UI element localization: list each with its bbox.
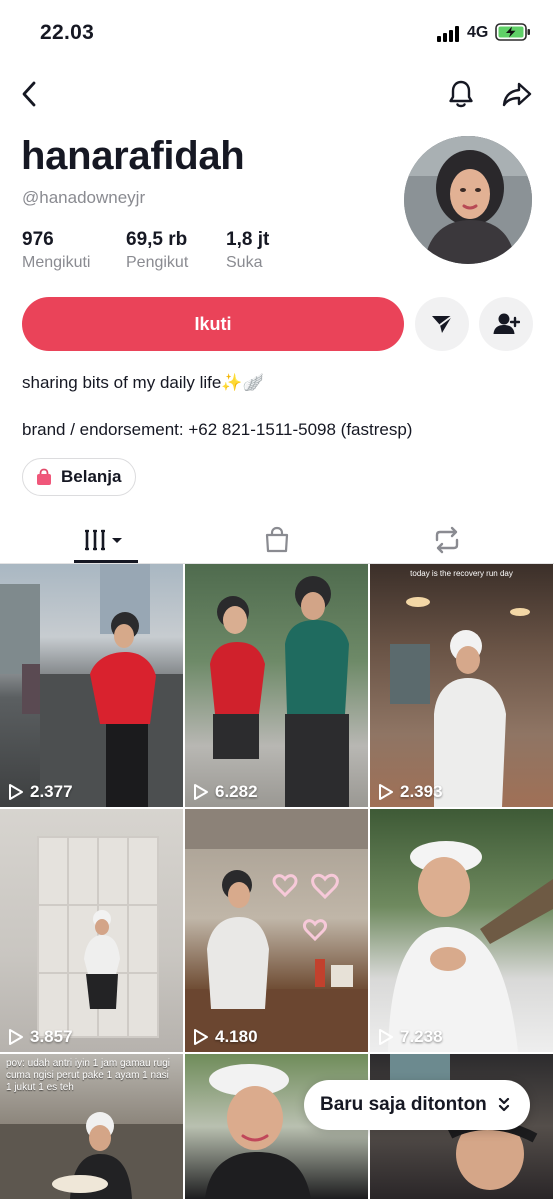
play-icon: [9, 1029, 23, 1045]
stat-following[interactable]: 976 Mengikuti: [22, 229, 90, 272]
stat-value: 69,5 rb: [126, 229, 188, 250]
video-overlay-text: pov: udah antri iyin 1 jam gamau rugi cu…: [6, 1058, 170, 1093]
add-user-icon: [493, 313, 520, 334]
view-count: 6.282: [193, 782, 258, 802]
cellular-signal-icon: [437, 26, 461, 42]
thumbnail-image: [185, 809, 368, 1052]
view-count: 3.857: [8, 1027, 73, 1047]
play-icon: [194, 1029, 208, 1045]
send-message-icon: [432, 315, 453, 333]
view-count: 2.377: [8, 782, 73, 802]
follow-button[interactable]: Ikuti: [22, 297, 404, 351]
network-type: 4G: [467, 24, 489, 41]
avatar[interactable]: [404, 136, 532, 264]
thumbnail-image: [37, 836, 159, 1038]
play-icon: [9, 784, 23, 800]
bell-icon: [449, 80, 473, 108]
shopping-bag-outline-icon: [265, 526, 289, 553]
bio-line: sharing bits of my daily life✨🪽: [22, 373, 264, 392]
stat-label: Suka: [226, 254, 263, 271]
message-button[interactable]: [415, 297, 469, 351]
play-icon: [379, 784, 393, 800]
share-arrow-icon: [502, 82, 532, 107]
thumbnail-image: [388, 841, 553, 1052]
chevron-left-icon: [22, 81, 36, 107]
double-chevron-down-icon: [498, 1097, 509, 1112]
video-thumbnail[interactable]: 7.238: [370, 809, 553, 1052]
view-count: 2.393: [378, 782, 443, 802]
stat-label: Pengikut: [126, 254, 189, 271]
profile-handle: @hanadowneyjr: [22, 188, 146, 207]
notification-button[interactable]: [445, 77, 477, 111]
back-button[interactable]: [14, 78, 44, 110]
shopping-bag-icon: [37, 468, 51, 485]
stat-value: 976: [22, 229, 54, 250]
status-bar: 22.03 4G: [0, 0, 554, 66]
profile-tabs: [0, 516, 554, 564]
recently-watched-button[interactable]: Baru saja ditonton: [304, 1080, 530, 1130]
bio-line[interactable]: brand / endorsement: +62 821-1511-5098 (…: [22, 420, 412, 440]
shop-button[interactable]: Belanja: [22, 458, 137, 496]
thumbnail-image: [390, 597, 530, 807]
avatar-photo: [404, 136, 532, 264]
video-thumbnail[interactable]: today is the recovery run day 2.393: [370, 564, 553, 807]
repost-icon: [435, 526, 459, 554]
profile-display-name: hanarafidah: [21, 134, 245, 178]
thumbnail-image: [210, 576, 349, 807]
view-count: 7.238: [378, 1027, 443, 1047]
stat-likes[interactable]: 1,8 jt Suka: [226, 229, 269, 272]
stat-followers[interactable]: 69,5 rb Pengikut: [126, 229, 188, 272]
tab-shop[interactable]: [245, 516, 309, 564]
video-thumbnail[interactable]: 6.282: [185, 564, 368, 807]
video-thumbnail[interactable]: 3.857: [0, 809, 183, 1052]
thumbnail-image: [0, 564, 183, 807]
stat-value: 1,8 jt: [226, 229, 270, 250]
recently-watched-label: Baru saja ditonton: [320, 1094, 487, 1115]
battery-icon: [495, 22, 531, 42]
video-thumbnail[interactable]: pov: udah antri iyin 1 jam gamau rugi cu…: [0, 1054, 183, 1199]
suggested-accounts-button[interactable]: [479, 297, 533, 351]
active-tab-indicator: [74, 560, 138, 563]
view-count: 4.180: [193, 1027, 258, 1047]
tab-videos[interactable]: [74, 516, 138, 564]
video-thumbnail[interactable]: 4.180: [185, 809, 368, 1052]
status-time: 22.03: [40, 21, 95, 44]
video-grid-icon: [85, 529, 122, 551]
play-icon: [194, 784, 208, 800]
video-thumbnail[interactable]: 2.377: [0, 564, 183, 807]
share-button[interactable]: [500, 78, 534, 110]
tab-reposts[interactable]: [415, 516, 479, 564]
stat-label: Mengikuti: [22, 254, 91, 271]
chevron-down-icon: [112, 538, 122, 543]
play-icon: [379, 1029, 393, 1045]
shop-label: Belanja: [61, 467, 122, 486]
